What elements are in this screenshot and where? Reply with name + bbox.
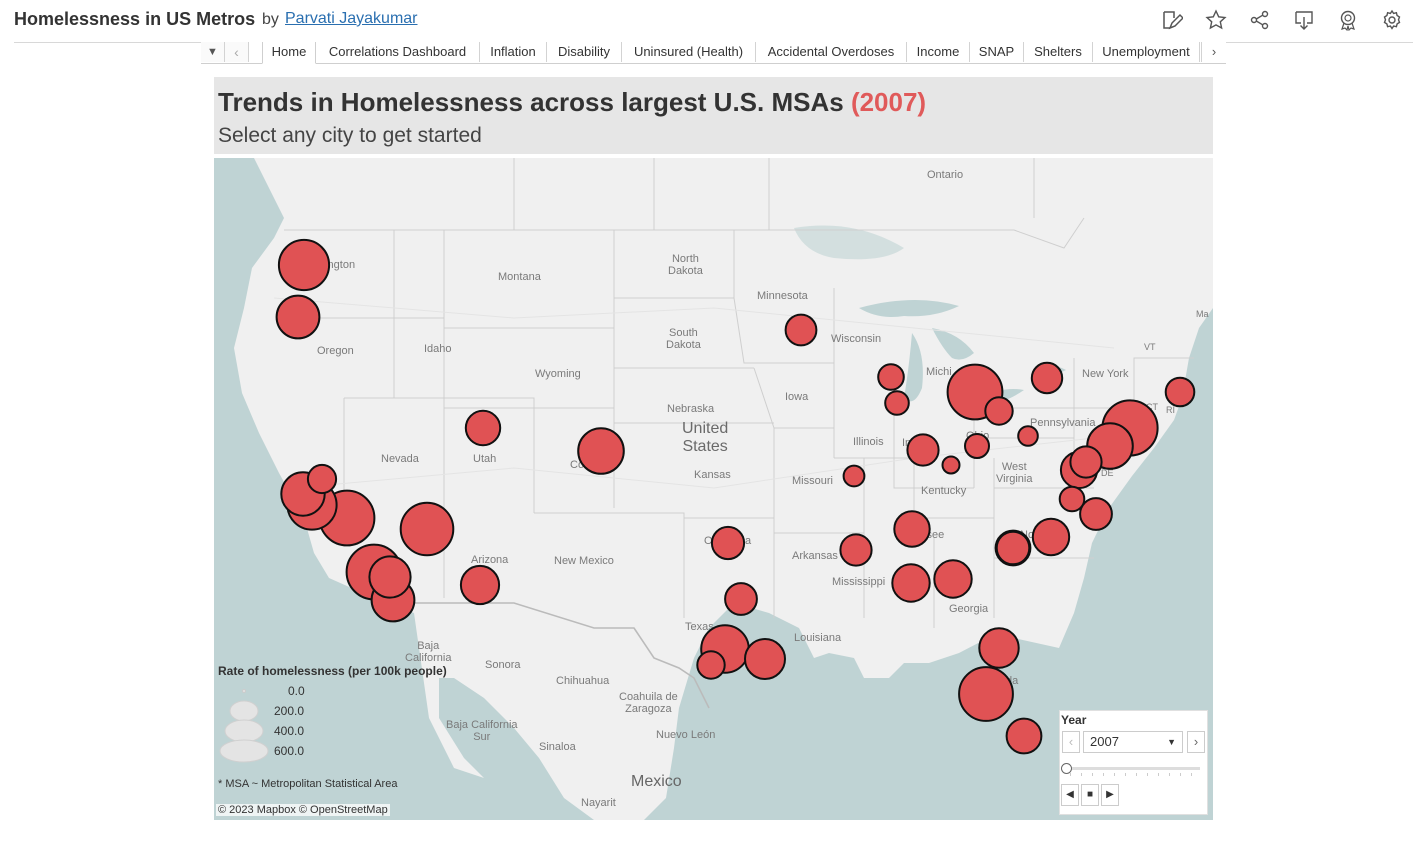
city-bubble-denver[interactable] [577,427,625,475]
legend-shapes [219,689,269,763]
city-bubble-san-antonio[interactable] [744,638,786,680]
play-forward-button[interactable]: ▶ [1101,784,1119,806]
tab-unemployment[interactable]: Unemployment [1093,42,1200,62]
slider-tick [1136,773,1137,776]
slider-tick [1158,773,1159,776]
edit-icon[interactable] [1161,9,1185,31]
sheet-tabs: ▼ ‹ Home Correlations Dashboard Inflatio… [201,42,1226,64]
city-bubble-minneapolis[interactable] [784,313,818,347]
legend-circle-200 [229,700,259,722]
city-bubble-birmingham[interactable] [933,559,973,599]
tab-shelters[interactable]: Shelters [1024,42,1093,62]
year-select[interactable]: 2007 ▼ [1083,731,1183,753]
city-bubble-virginia-beach[interactable] [1079,497,1113,531]
slider-tick [1125,773,1126,776]
year-prev-button[interactable]: ‹ [1062,731,1080,753]
city-bubble-cincinnati[interactable] [941,455,961,475]
tab-inflation[interactable]: Inflation [480,42,547,62]
city-bubble-sacramento[interactable] [306,463,338,495]
city-bubble-portland[interactable] [275,294,321,340]
city-bubble-buffalo[interactable] [1030,361,1064,395]
chevron-down-icon: ▼ [1167,737,1176,747]
city-bubble-columbus[interactable] [964,433,990,459]
dashboard-title: Trends in Homelessness across largest U.… [218,87,926,118]
year-filter-label: Year [1061,713,1087,727]
city-bubble-nashville[interactable] [893,510,931,548]
city-bubble-phoenix[interactable] [459,564,501,606]
city-bubble-richmond[interactable] [1058,485,1086,513]
city-bubble-milwaukee[interactable] [877,363,905,391]
city-bubble-st-louis[interactable] [839,533,873,567]
tab-accidental-overdoses[interactable]: Accidental Overdoses [756,42,907,62]
legend-value: 0.0 [288,684,305,698]
city-bubble-miami[interactable] [1005,717,1043,755]
slider-tick [1114,773,1115,776]
slider-tick [1147,773,1148,776]
legend-circle-400 [224,719,264,743]
play-backward-button[interactable]: ◀ [1061,784,1079,806]
city-bubble-pittsburgh[interactable] [1017,425,1039,447]
legend-circle-600 [219,739,269,763]
slider-tick [1081,773,1082,776]
dashboard-subtitle: Select any city to get started [218,124,482,147]
tab-correlations-dashboard[interactable]: Correlations Dashboard [316,42,480,62]
badge-icon[interactable] [1337,9,1359,32]
dashboard-header: Trends in Homelessness across largest U.… [214,77,1213,154]
top-bar: Homelessness in US Metros by Parvati Jay… [0,0,1417,42]
legend-value: 400.0 [274,724,305,738]
city-bubble-salt-lake-city[interactable] [464,409,502,447]
city-bubble-riverside[interactable] [368,555,412,599]
download-icon[interactable] [1293,9,1315,31]
city-bubble-raleigh[interactable] [1031,517,1071,557]
year-next-button[interactable]: › [1187,731,1205,753]
tab-home[interactable]: Home [262,42,316,64]
slider-tick [1103,773,1104,776]
msa-footnote: * MSA ~ Metropolitan Statistical Area [218,778,398,790]
tab-uninsured[interactable]: Uninsured (Health) [622,42,756,62]
city-bubble-chicago[interactable] [884,390,910,416]
star-icon[interactable] [1205,9,1227,31]
by-label: by [262,11,279,28]
legend-value: 200.0 [274,704,305,718]
slider-tick [1191,773,1192,776]
stop-button[interactable]: ■ [1081,784,1099,806]
tab-snap[interactable]: SNAP [970,42,1024,62]
city-bubble-memphis[interactable] [891,563,931,603]
city-bubble-austin[interactable] [724,582,758,616]
legend-value: 600.0 [274,744,305,758]
city-bubble-las-vegas[interactable] [399,501,455,557]
tab-disability[interactable]: Disability [547,42,622,62]
city-bubble-tampa[interactable] [958,666,1014,722]
tab-next-button[interactable]: › [1201,42,1226,62]
tab-income[interactable]: Income [907,42,970,62]
year-filter: Year ‹ 2007 ▼ › ◀ ■ ▶ [1059,710,1208,815]
dashboard-title-year: (2007) [850,87,927,117]
city-bubble-atlanta[interactable] [995,530,1031,566]
city-bubble-boston[interactable] [1164,376,1196,408]
city-bubble-cleveland[interactable] [984,396,1014,426]
tab-prev-button[interactable]: ‹ [225,42,249,62]
city-bubble-seattle[interactable] [277,238,331,292]
workbook-title: Homelessness in US Metros [14,9,256,29]
slider-tick [1070,773,1071,776]
year-select-value: 2007 [1090,734,1119,749]
city-bubble-dallas[interactable] [696,650,726,680]
city-bubble-jacksonville[interactable] [978,627,1020,669]
city-bubble-indianapolis[interactable] [906,433,940,467]
tab-menu-button[interactable]: ▼ [201,42,225,62]
legend-circle-0 [242,689,246,693]
slider-tick [1169,773,1170,776]
dashboard-title-text: Trends in Homelessness across largest U.… [218,87,844,117]
settings-icon[interactable] [1381,9,1403,31]
legend-title: Rate of homelessness (per 100k people) [218,664,447,678]
map-attribution[interactable]: © 2023 Mapbox © OpenStreetMap [216,804,390,816]
year-slider-track[interactable] [1066,767,1200,770]
share-icon[interactable] [1249,9,1271,31]
slider-tick [1180,773,1181,776]
city-bubble-baltimore[interactable] [1069,445,1103,479]
slider-tick [1092,773,1093,776]
author-link[interactable]: Parvati Jayakumar [285,10,418,28]
city-bubble-oklahoma-city[interactable] [710,525,746,561]
city-bubble-kansas-city[interactable] [842,464,866,488]
